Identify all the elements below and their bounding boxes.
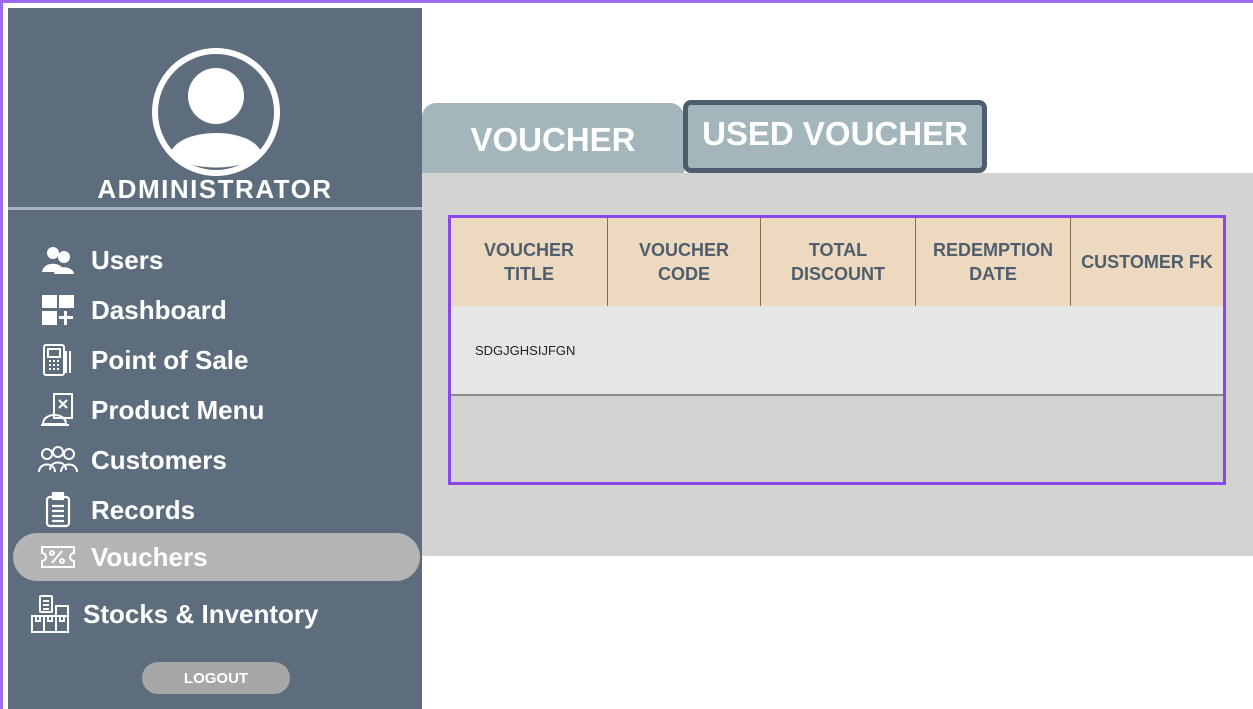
tab-used-voucher[interactable]: USED VOUCHER	[683, 100, 987, 173]
sidebar-item-label: Records	[91, 494, 196, 525]
sidebar-divider	[8, 207, 422, 210]
user-avatar-icon	[152, 48, 280, 176]
logout-button[interactable]: LOGOUT	[142, 662, 290, 694]
sidebar-item-label: Users	[91, 244, 164, 275]
sidebar-item-stocks-inventory[interactable]: Stocks & Inventory	[13, 590, 420, 638]
column-header-total-discount[interactable]: TOTAL DISCOUNT	[761, 218, 916, 306]
tab-voucher[interactable]: VOUCHER	[422, 103, 684, 174]
product-menu-icon	[35, 390, 81, 430]
table-cell-voucher-title: SDGJGHSIJFGN	[475, 342, 576, 358]
sidebar-item-records[interactable]: Records	[13, 486, 420, 534]
inventory-boxes-icon	[27, 594, 73, 634]
sidebar-item-label: Customers	[91, 444, 227, 475]
sidebar-item-users[interactable]: Users	[13, 236, 420, 284]
sidebar-item-dashboard[interactable]: Dashboard	[13, 286, 420, 334]
admin-role-title: ADMINISTRATOR	[97, 174, 333, 204]
sidebar-item-vouchers[interactable]: Vouchers	[13, 533, 420, 581]
sidebar-item-label: Product Menu	[91, 394, 265, 425]
column-header-voucher-title[interactable]: VOUCHER TITLE	[451, 218, 608, 306]
column-header-voucher-code[interactable]: VOUCHER CODE	[608, 218, 761, 306]
column-header-redemption-date[interactable]: REDEMPTION DATE	[916, 218, 1071, 306]
sidebar-item-point-of-sale[interactable]: Point of Sale	[13, 336, 420, 384]
customers-icon	[35, 440, 81, 480]
pos-terminal-icon	[35, 340, 81, 380]
sidebar-item-customers[interactable]: Customers	[13, 436, 420, 484]
users-icon	[35, 240, 81, 280]
voucher-icon	[35, 537, 81, 577]
dashboard-icon	[35, 290, 81, 330]
table-row[interactable]: SDGJGHSIJFGN	[451, 306, 1223, 396]
sidebar: ADMINISTRATOR Users Dashboard Point of S…	[8, 8, 422, 709]
sidebar-item-product-menu[interactable]: Product Menu	[13, 386, 420, 434]
sidebar-item-label: Dashboard	[91, 294, 227, 325]
used-voucher-table: VOUCHER TITLE VOUCHER CODE TOTAL DISCOUNT R…	[448, 215, 1226, 485]
sidebar-item-label: Vouchers	[91, 541, 208, 572]
column-header-customer-fk[interactable]: CUSTOMER FK	[1071, 218, 1223, 306]
clipboard-icon	[35, 490, 81, 530]
sidebar-item-label: Stocks & Inventory	[83, 598, 319, 629]
table-header: VOUCHER TITLE VOUCHER CODE TOTAL DISCOUNT R…	[451, 218, 1223, 306]
sidebar-item-label: Point of Sale	[91, 344, 249, 375]
